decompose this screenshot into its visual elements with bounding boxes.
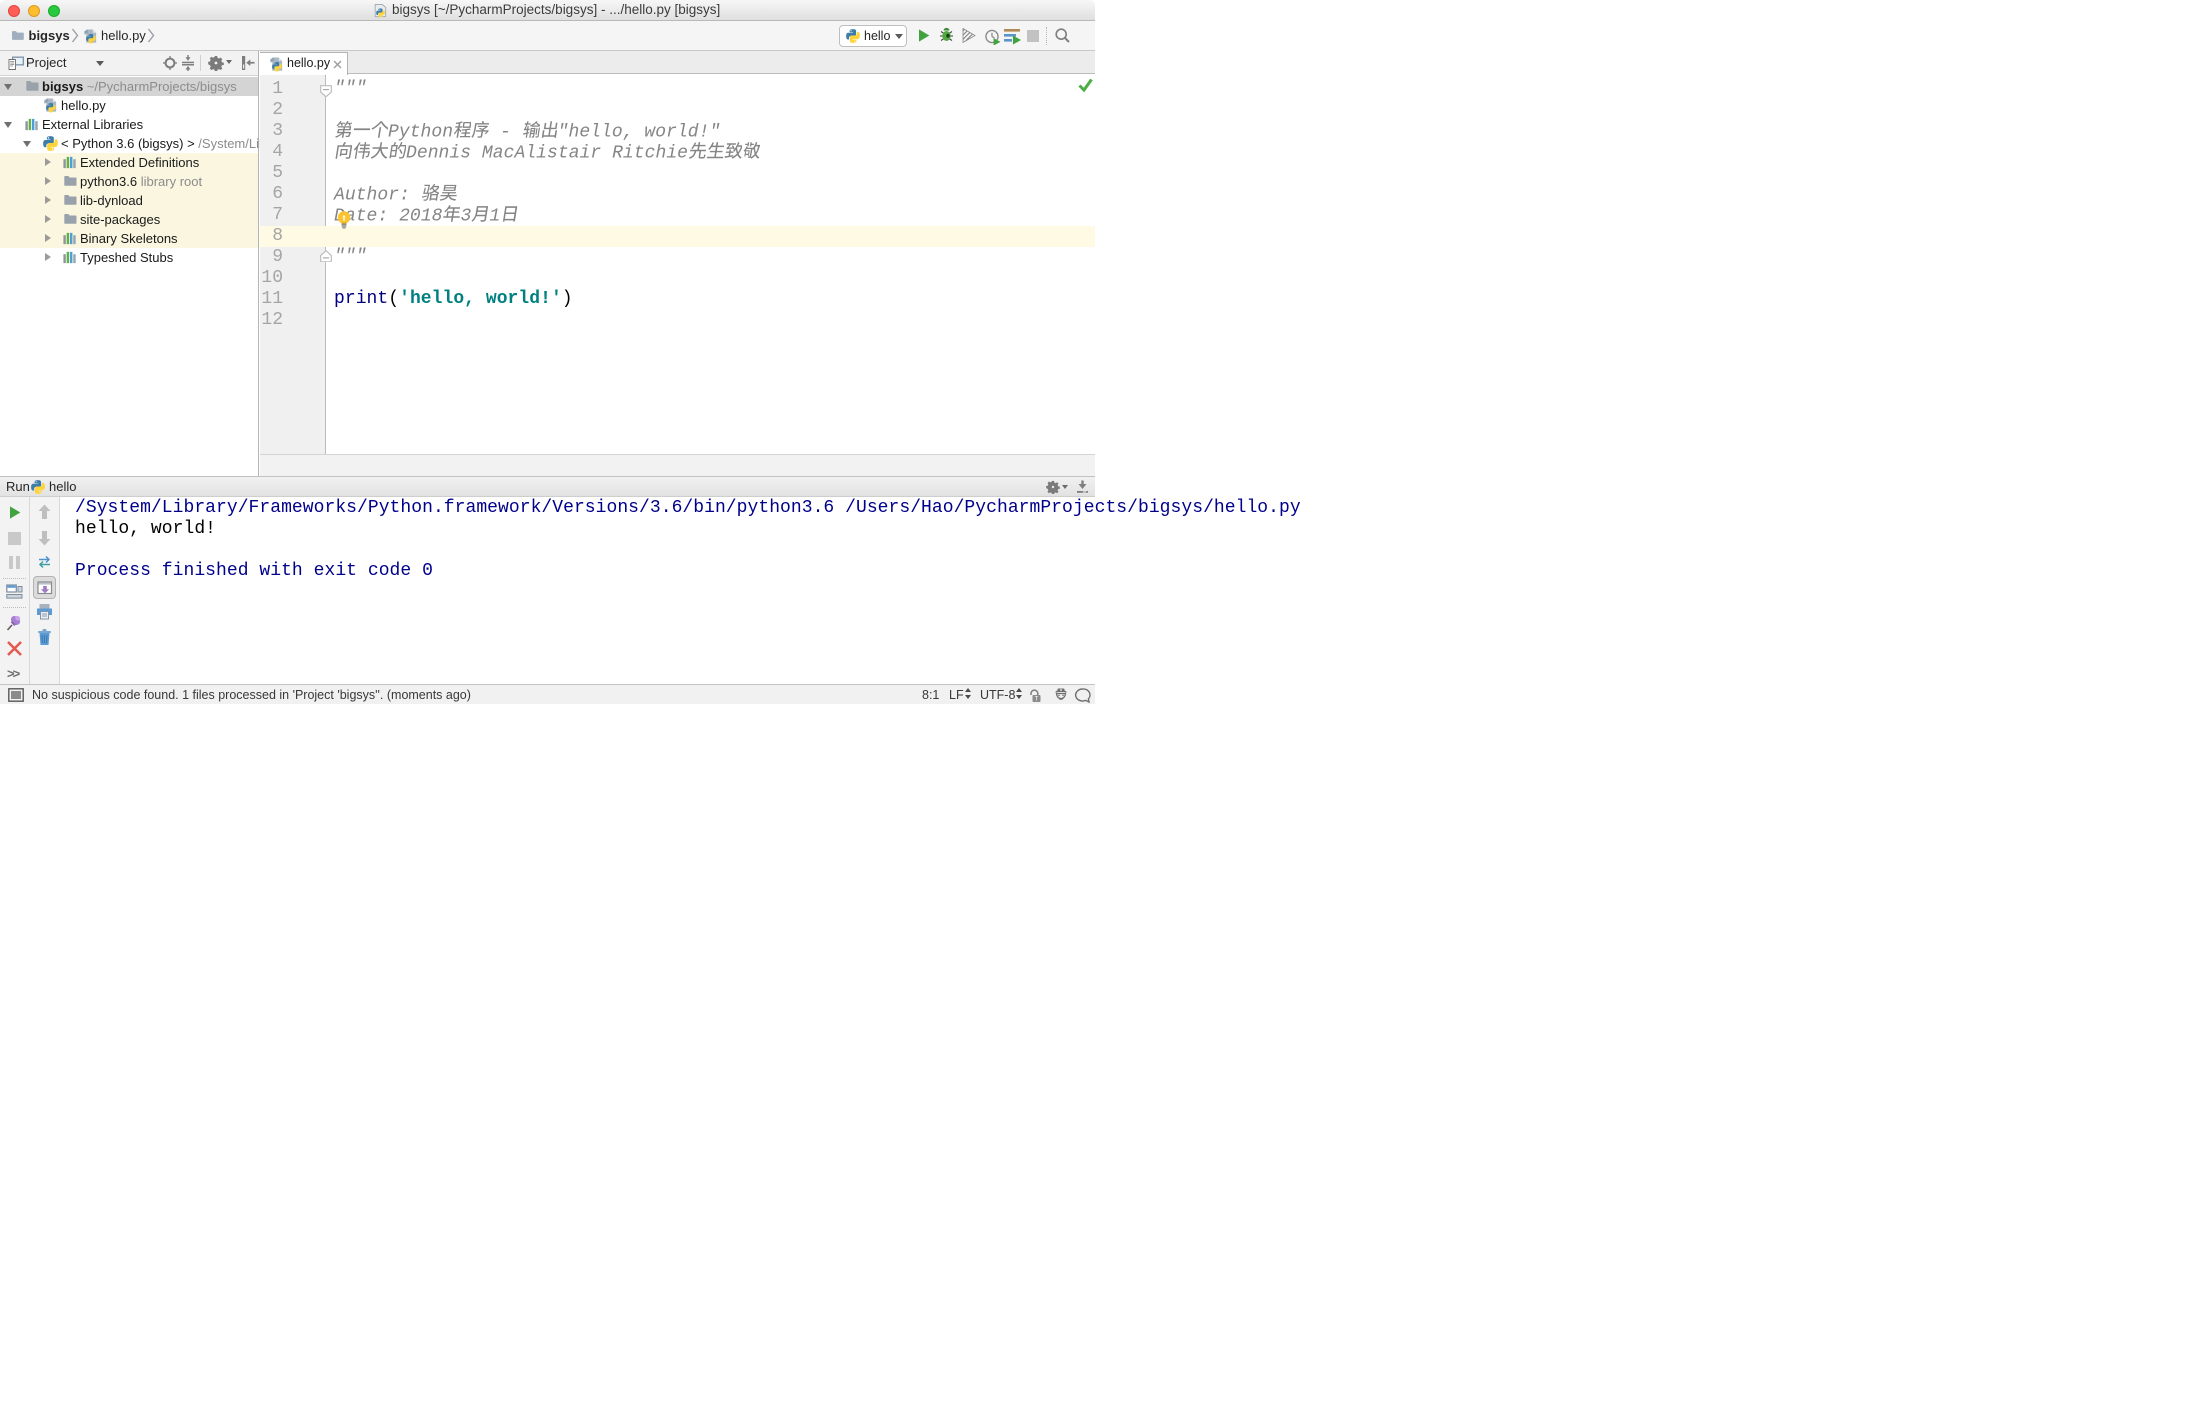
svg-text:T: T: [1035, 696, 1039, 702]
